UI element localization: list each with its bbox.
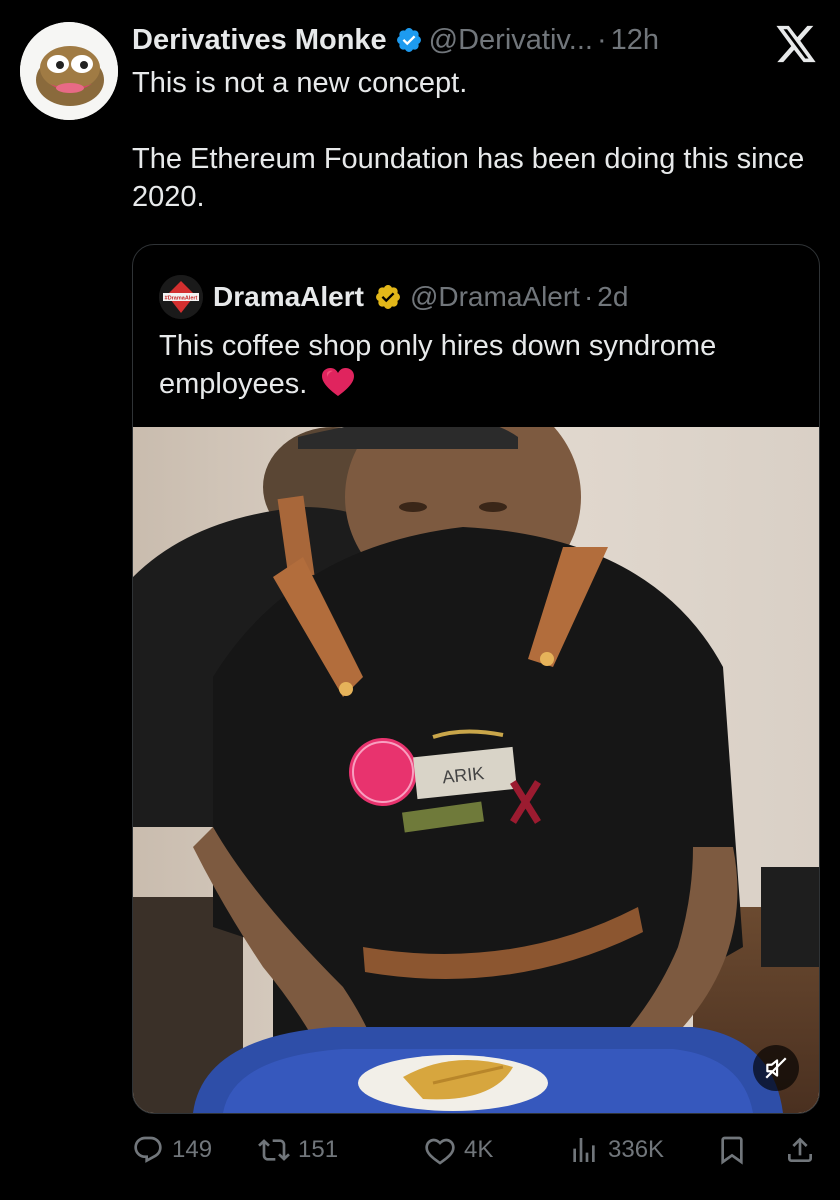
dramaalert-logo: #DramaAlert [159,275,203,319]
author-avatar[interactable] [20,22,118,120]
quoted-tweet-card[interactable]: #DramaAlert DramaAlert @DramaAlert · 2d … [132,244,820,1114]
share-button[interactable] [784,1128,816,1172]
separator-dot: · [596,23,607,56]
like-count: 4K [464,1136,494,1163]
bookmark-button[interactable] [716,1128,748,1172]
quoted-tweet-header: DramaAlert @DramaAlert · 2d [213,277,628,317]
mute-icon [765,1057,787,1079]
views-icon [573,1138,595,1162]
quoted-author-display-name[interactable]: DramaAlert [213,281,364,313]
quoted-tweet-text: This coffee shop only hires down syndrom… [159,327,799,403]
mute-toggle-button[interactable] [753,1045,799,1091]
quoted-author-handle[interactable]: @DramaAlert [410,281,580,313]
separator-dot: · [583,281,594,312]
bookmark-icon [721,1136,743,1165]
author-handle[interactable]: @Derivativ... [429,24,593,57]
reply-button[interactable]: 149 [132,1128,212,1172]
quoted-author-avatar[interactable]: #DramaAlert [159,275,203,319]
reply-count: 149 [172,1136,213,1163]
like-icon [425,1138,455,1165]
red-heart-emoji-icon [322,368,355,396]
views-button[interactable]: 336K [568,1128,664,1172]
tweet-text-line: The Ethereum Foundation has been doing t… [132,143,805,213]
views-count: 336K [608,1136,665,1163]
verified-badge-icon [396,28,421,52]
quoted-tweet-video[interactable]: ARIK [133,427,819,1113]
quoted-tweet-timestamp[interactable]: 2d [597,281,628,313]
video-frame-image: ARIK [133,427,819,1113]
reply-icon [134,1136,162,1163]
pepe-avatar-image [20,22,118,120]
like-button[interactable]: 4K [424,1128,493,1172]
x-logo[interactable] [774,24,818,64]
tweet-header: Derivatives Monke @Derivativ... · 12h [132,20,659,60]
tweet-text: This is not a new concept. The Ethereum … [132,64,812,216]
dramaalert-logo-text: #DramaAlert [165,296,198,302]
verified-gold-badge-icon [375,285,400,309]
repost-count: 151 [298,1136,339,1163]
repost-button[interactable]: 151 [258,1128,338,1172]
repost-icon [258,1139,290,1161]
tweet-actions-bar: 149 151 4K 336K [132,1128,820,1172]
tweet-text-line: This is not a new concept. [132,67,468,99]
quoted-tweet-text-content: This coffee shop only hires down syndrom… [159,330,717,400]
author-display-name[interactable]: Derivatives Monke [132,24,387,57]
tweet-timestamp[interactable]: 12h [611,24,659,57]
share-icon [788,1137,812,1162]
tweet-view: Derivatives Monke @Derivativ... · 12h Th… [0,0,840,1200]
